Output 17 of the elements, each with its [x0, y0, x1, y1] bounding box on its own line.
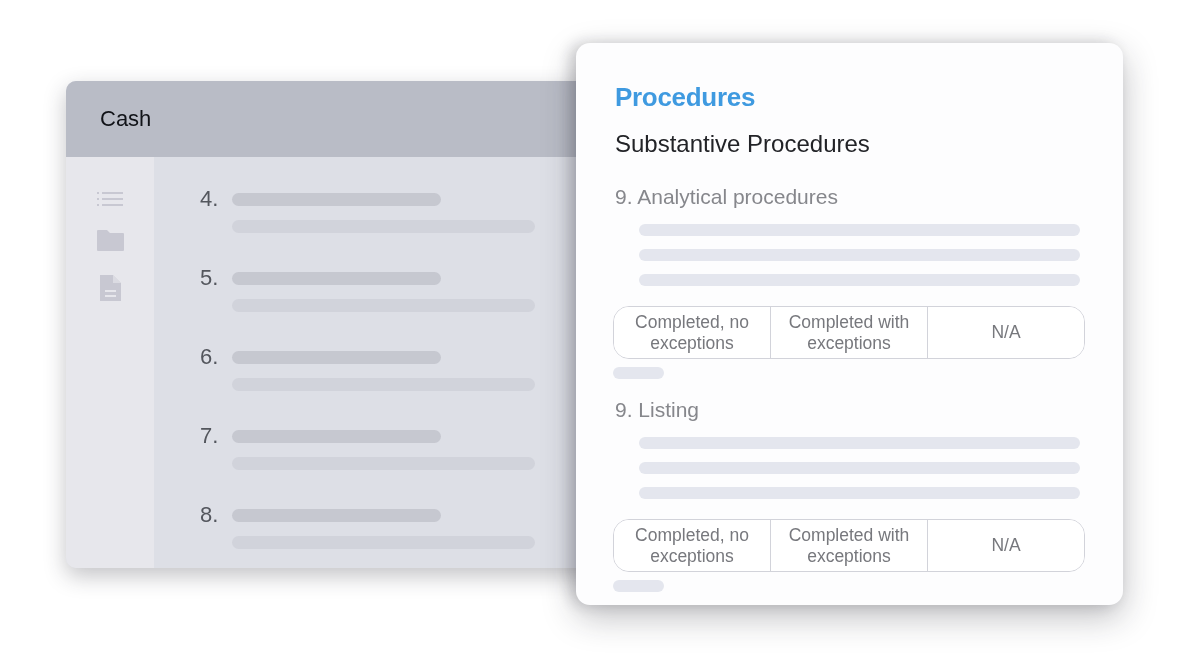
item-number: 8. [200, 503, 220, 527]
placeholder-pill [613, 367, 664, 379]
item-number: 5. [200, 266, 220, 290]
folder-icon[interactable] [96, 230, 124, 251]
section-title: Substantive Procedures [615, 130, 871, 158]
placeholder-pill [613, 580, 664, 592]
list-icon[interactable] [97, 192, 123, 206]
item-number: 6. [200, 345, 220, 369]
item-number: 7. [200, 424, 220, 448]
window-title: Cash [100, 105, 152, 133]
document-icon[interactable] [99, 275, 121, 301]
card-title: Procedures [615, 81, 757, 113]
item-number: 4. [200, 187, 220, 211]
procedure-heading: 9. Analytical procedures [615, 185, 839, 209]
status-option[interactable]: N/A [927, 307, 1084, 358]
procedure-heading: 9. Listing [615, 398, 701, 422]
status-option[interactable]: N/A [927, 520, 1084, 571]
